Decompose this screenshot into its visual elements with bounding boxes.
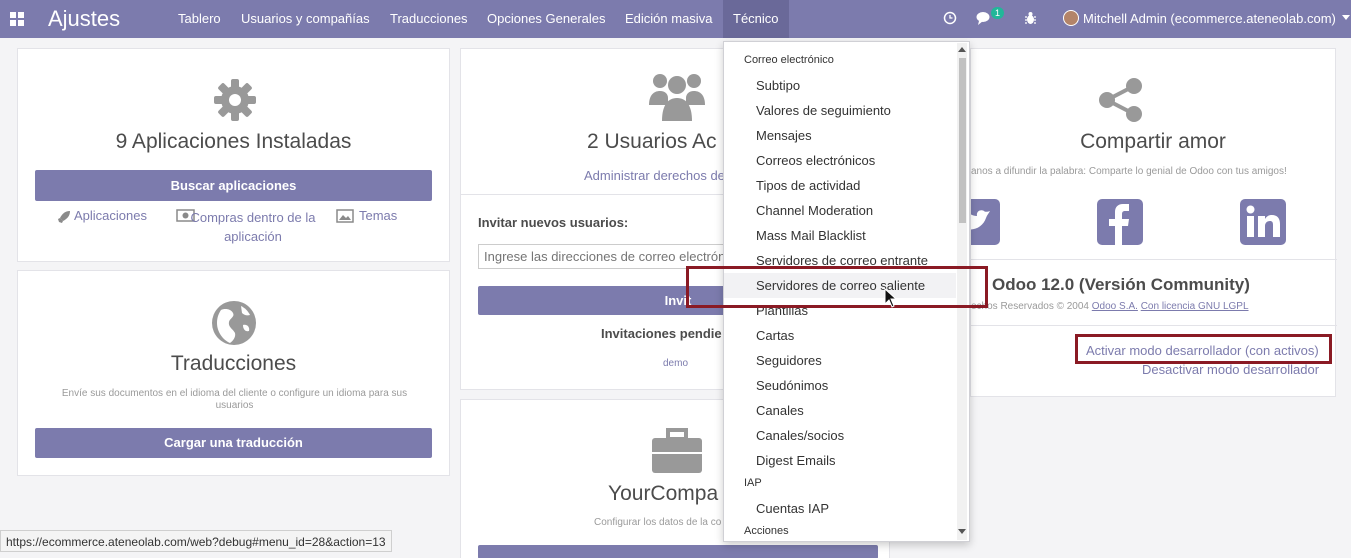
license-link[interactable]: Con licencia GNU LGPL <box>1141 301 1249 312</box>
odoo-version: Odoo 12.0 (Versión Community) <box>992 275 1250 294</box>
copyright: echos Reservados © 2004 Odoo S.A. Con li… <box>971 301 1249 312</box>
top-navbar: Ajustes Tablero Usuarios y compañías Tra… <box>0 0 1351 38</box>
apps-card: 9 Aplicaciones Instaladas Buscar aplicac… <box>17 48 450 262</box>
dd-mensajes[interactable]: Mensajes <box>756 128 812 143</box>
users-icon <box>649 74 705 121</box>
chat-badge: 1 <box>991 7 1005 19</box>
odoo-sa-link[interactable]: Odoo S.A. <box>1092 301 1138 312</box>
dd-channel-moderation[interactable]: Channel Moderation <box>756 203 873 218</box>
highlight-servidores-saliente <box>686 266 988 308</box>
invite-label: Invitar nuevos usuarios: <box>478 215 629 230</box>
scroll-up-arrow-icon[interactable] <box>958 46 966 52</box>
translations-subtitle: Envíe sus documentos en el idioma del cl… <box>61 388 408 411</box>
translations-title: Traducciones <box>170 352 297 375</box>
dd-canales-socios[interactable]: Canales/socios <box>756 428 844 443</box>
link-aplicaciones[interactable]: Aplicaciones <box>74 208 147 223</box>
dd-digest-emails[interactable]: Digest Emails <box>756 453 835 468</box>
company-title: YourCompa <box>608 482 719 505</box>
user-menu[interactable]: Mitchell Admin (ecommerce.ateneolab.com) <box>1083 11 1336 26</box>
search-apps-button[interactable]: Buscar aplicaciones <box>35 170 432 201</box>
image-icon <box>336 209 354 223</box>
dd-tipos-actividad[interactable]: Tipos de actividad <box>756 178 860 193</box>
section-acciones: Acciones <box>744 525 789 537</box>
browser-status-url: https://ecommerce.ateneolab.com/web?debu… <box>0 530 392 552</box>
load-translation-button[interactable]: Cargar una traducción <box>35 428 432 458</box>
menu-usuarios-companias[interactable]: Usuarios y compañías <box>241 11 370 26</box>
rocket-icon <box>58 211 70 223</box>
pending-user-link[interactable]: demo <box>663 358 688 369</box>
divider <box>971 259 1337 260</box>
dd-cartas[interactable]: Cartas <box>756 328 794 343</box>
dd-seudonimos[interactable]: Seudónimos <box>756 378 828 393</box>
linkedin-icon[interactable] <box>1240 199 1286 245</box>
divider <box>971 325 1337 326</box>
deactivate-developer-mode-link[interactable]: Desactivar modo desarrollador <box>1142 362 1319 377</box>
user-caret-icon[interactable] <box>1342 15 1350 20</box>
share-subtitle: anos a difundir la palabra: Comparte lo … <box>971 166 1287 177</box>
user-avatar[interactable] <box>1063 10 1079 26</box>
section-iap: IAP <box>744 477 762 489</box>
translations-card: Traducciones Envíe sus documentos en el … <box>17 270 450 476</box>
users-title: 2 Usuarios Ac <box>587 130 717 153</box>
configure-company-button[interactable] <box>478 545 878 558</box>
apps-menu-icon[interactable] <box>10 12 24 26</box>
menu-traducciones[interactable]: Traducciones <box>390 11 468 26</box>
share-icon <box>1099 78 1142 122</box>
mouse-cursor-icon <box>884 288 897 308</box>
twitter-icon[interactable] <box>971 199 1000 245</box>
clock-icon[interactable] <box>943 11 957 25</box>
dd-seguidores[interactable]: Seguidores <box>756 353 822 368</box>
menu-tablero[interactable]: Tablero <box>178 11 221 26</box>
section-correo-electronico: Correo electrónico <box>744 54 834 66</box>
link-temas[interactable]: Temas <box>359 208 397 223</box>
copyright-text: echos Reservados © 2004 <box>971 301 1089 312</box>
dd-valores-seguimiento[interactable]: Valores de seguimiento <box>756 103 891 118</box>
manage-access-link[interactable]: Administrar derechos de <box>584 168 725 183</box>
briefcase-icon <box>652 428 702 473</box>
highlight-developer-mode-assets <box>1075 334 1332 364</box>
menu-tecnico[interactable]: Técnico <box>723 0 789 38</box>
link-compras-app[interactable]: Compras dentro de la aplicación <box>188 208 318 246</box>
gear-icon <box>214 79 256 121</box>
company-subtitle: Configurar los datos de la co <box>594 517 722 528</box>
facebook-icon[interactable] <box>1097 199 1143 245</box>
app-title: Ajustes <box>48 6 121 31</box>
menu-opciones-generales[interactable]: Opciones Generales <box>487 11 606 26</box>
bug-icon[interactable] <box>1024 11 1037 25</box>
menu-edicion-masiva[interactable]: Edición masiva <box>625 11 712 26</box>
apps-title: 9 Aplicaciones Instaladas <box>115 130 352 153</box>
scroll-down-arrow-icon[interactable] <box>958 529 966 535</box>
dd-correos-electronicos[interactable]: Correos electrónicos <box>756 153 875 168</box>
dd-cuentas-iap[interactable]: Cuentas IAP <box>756 501 829 516</box>
share-title: Compartir amor <box>1080 130 1226 153</box>
pending-invitations-label: Invitaciones pendie <box>601 326 722 341</box>
dd-subtipo[interactable]: Subtipo <box>756 78 800 93</box>
dropdown-scroll-thumb[interactable] <box>959 58 966 223</box>
dd-canales[interactable]: Canales <box>756 403 804 418</box>
dd-mass-mail-blacklist[interactable]: Mass Mail Blacklist <box>756 228 866 243</box>
globe-icon <box>212 301 256 345</box>
